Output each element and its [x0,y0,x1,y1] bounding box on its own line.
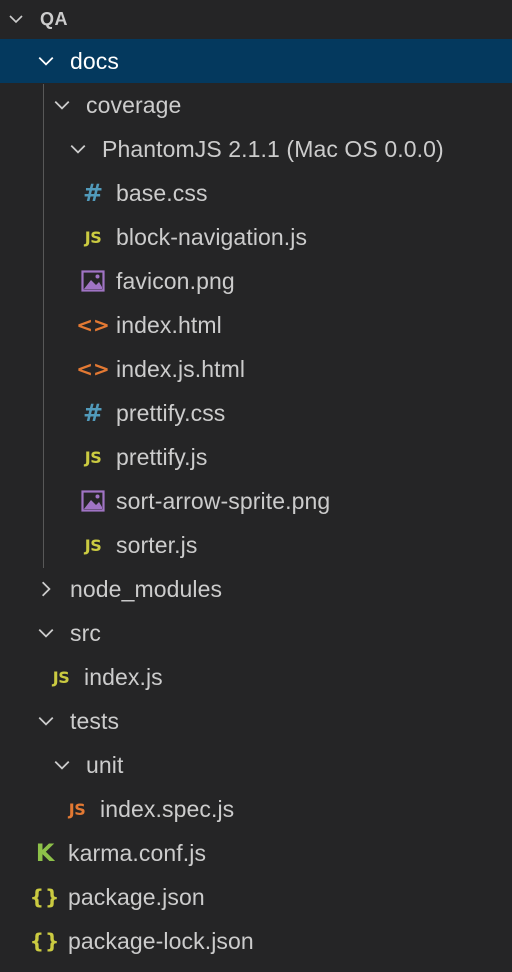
tree-item-label: base.css [116,179,208,206]
js-test-icon: JS [68,799,86,819]
tree-item-label: index.spec.js [100,795,235,822]
chevron-down-icon[interactable] [32,39,60,83]
tree-item-label: docs [70,47,119,74]
karma-icon: K [35,839,55,867]
explorer-root-label: QA [40,8,68,29]
tree-item-label: favicon.png [116,267,235,294]
chevron-down-icon[interactable] [2,0,30,41]
js-icon: JS [84,535,102,555]
tree-item-label: src [70,619,101,646]
tree-file-index-js-html[interactable]: <> index.js.html [0,347,512,391]
tree-item-label: index.js.html [116,355,246,382]
chevron-down-icon[interactable] [48,743,76,787]
chevron-down-icon[interactable] [32,611,60,655]
tree-item-label: sorter.js [116,531,198,558]
image-icon [78,259,108,303]
json-icon: {} [29,885,61,909]
tree-file-prettify-js[interactable]: JS prettify.js [0,435,512,479]
html-icon: <> [76,313,110,337]
tree-item-label: tests [70,707,120,734]
chevron-down-icon[interactable] [64,127,92,171]
tree-file-base-css[interactable]: # base.css [0,171,512,215]
tree-item-label: coverage [86,91,182,118]
tree-item-label: package.json [68,883,205,910]
tree-file-favicon-png[interactable]: favicon.png [0,259,512,303]
tree-file-package-json[interactable]: {} package.json [0,875,512,919]
tree-item-label: index.html [116,311,222,338]
tree-folder-node-modules[interactable]: node_modules [0,567,512,611]
tree-file-karma-conf-js[interactable]: K karma.conf.js [0,831,512,875]
json-icon: {} [29,929,61,953]
js-icon: JS [52,667,70,687]
tree-file-package-lock-json[interactable]: {} package-lock.json [0,919,512,963]
tree-item-label: index.js [84,663,163,690]
tree-folder-coverage[interactable]: coverage [0,83,512,127]
tree-folder-tests[interactable]: tests [0,699,512,743]
html-icon: <> [76,357,110,381]
tree-file-sorter-js[interactable]: JS sorter.js [0,523,512,567]
tree-item-label: block-navigation.js [116,223,308,250]
tree-item-label: prettify.js [116,443,208,470]
tree-item-label: PhantomJS 2.1.1 (Mac OS 0.0.0) [102,135,444,162]
css-hash-icon: # [82,399,104,427]
tree-file-prettify-css[interactable]: # prettify.css [0,391,512,435]
tree-item-label: unit [86,751,124,778]
tree-item-label: karma.conf.js [68,839,207,866]
chevron-right-icon[interactable] [32,567,60,611]
tree-file-src-index-js[interactable]: JS index.js [0,655,512,699]
js-icon: JS [84,227,102,247]
image-icon [78,479,108,523]
chevron-down-icon[interactable] [48,83,76,127]
file-explorer-tree: QA docs coverage PhantomJS 2.1.1 (Mac OS… [0,0,512,972]
tree-folder-docs[interactable]: docs [0,39,512,83]
tree-file-index-spec-js[interactable]: JS index.spec.js [0,787,512,831]
tree-item-label: sort-arrow-sprite.png [116,487,331,514]
tree-item-label: prettify.css [116,399,226,426]
tree-folder-src[interactable]: src [0,611,512,655]
tree-file-sort-arrow-sprite-png[interactable]: sort-arrow-sprite.png [0,479,512,523]
explorer-root-qa[interactable]: QA [0,0,512,38]
tree-file-block-navigation-js[interactable]: JS block-navigation.js [0,215,512,259]
css-hash-icon: # [82,179,104,207]
js-icon: JS [84,447,102,467]
tree-file-index-html[interactable]: <> index.html [0,303,512,347]
tree-folder-unit[interactable]: unit [0,743,512,787]
tree-item-label: package-lock.json [68,927,254,954]
tree-item-label: node_modules [70,575,223,602]
chevron-down-icon[interactable] [32,699,60,743]
tree-folder-phantomjs[interactable]: PhantomJS 2.1.1 (Mac OS 0.0.0) [0,127,512,171]
